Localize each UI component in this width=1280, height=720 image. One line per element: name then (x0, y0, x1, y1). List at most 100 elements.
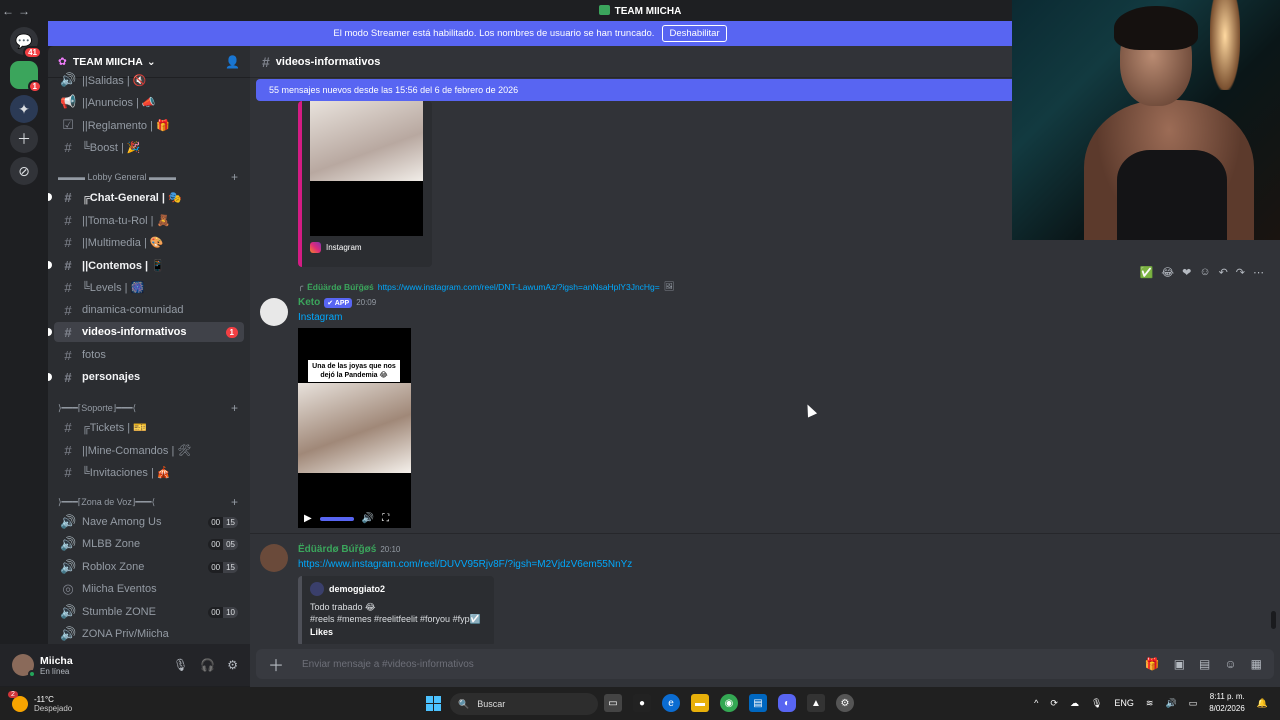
play-icon[interactable]: ▶ (304, 513, 312, 524)
taskbar-search[interactable]: 🔍 Buscar (450, 693, 598, 715)
app-icon[interactable]: ● (633, 694, 651, 712)
avatar[interactable] (12, 654, 36, 678)
channel-videos-informativos[interactable]: # videos-informativos 1 (48, 322, 244, 342)
channel-personajes[interactable]: # personajes (48, 367, 244, 387)
settings-app-icon[interactable]: ⚙ (836, 694, 854, 712)
microphone-icon[interactable]: 🎙 (173, 658, 188, 672)
channel-levels[interactable]: # ╚Levels | 🎆 (54, 277, 244, 297)
edge-icon[interactable]: e (662, 694, 680, 712)
author-name[interactable]: Ëdüärdø Búřğøś (298, 544, 376, 555)
heart-reaction-icon[interactable]: ❤ (1182, 266, 1191, 279)
hash-icon: # (64, 189, 72, 205)
voice-zona-priv[interactable]: 🔊 ZONA Priv/Miicha (54, 624, 244, 644)
rules-icon: ☑ (62, 117, 74, 132)
microphone-tray-icon[interactable]: 🎙 (1091, 698, 1102, 709)
add-reaction-icon[interactable]: ☺ (1199, 266, 1210, 279)
stage-miicha-eventos[interactable]: ◎ Miicha Eventos (54, 579, 244, 599)
task-view-icon[interactable]: ▭ (604, 694, 622, 712)
embed-author: demoggiato2 (310, 582, 486, 596)
epic-games-icon[interactable]: ▲ (807, 694, 825, 712)
cloud-icon[interactable]: ☁ (1070, 698, 1079, 709)
hash-icon: # (64, 324, 72, 340)
reply-reference[interactable]: ╭ Ëdüärdø Búřğøś https://www.instagram.c… (298, 281, 675, 292)
channel-invitaciones[interactable]: # ╚Invitaciones | 🎪 (54, 462, 244, 482)
avatar[interactable] (260, 298, 288, 326)
discord-icon[interactable]: ◐ (778, 694, 796, 712)
notification-bell-icon[interactable]: 🔔 (1257, 698, 1268, 709)
discover-icon[interactable]: ⊘ (10, 157, 38, 185)
emoji-icon[interactable]: ☺ (1224, 657, 1236, 671)
chevron-up-icon[interactable]: ^ (1034, 698, 1038, 708)
wifi-icon[interactable]: ≋ (1146, 698, 1154, 709)
sync-icon[interactable]: ⟳ (1050, 698, 1058, 709)
attach-plus-icon[interactable]: ＋ (268, 652, 284, 676)
volume-tray-icon[interactable]: 🔊 (1165, 698, 1176, 709)
embed-video[interactable] (310, 181, 423, 236)
voice-stumble-zone[interactable]: 🔊 Stumble ZONE 00 10 (54, 602, 244, 622)
add-server-icon[interactable]: ＋ (10, 125, 38, 153)
forward-icon[interactable]: ↷ (1236, 266, 1245, 279)
message-input[interactable]: Enviar mensaje a #videos-informativos (302, 659, 474, 670)
chrome-icon[interactable]: ◉ (720, 694, 738, 712)
user-info[interactable]: Miicha En línea (40, 655, 73, 676)
add-channel-icon[interactable]: + (231, 495, 238, 509)
fullscreen-icon[interactable]: ⛶ (382, 513, 389, 524)
disable-streamer-button[interactable]: Deshabilitar (662, 25, 727, 42)
reply-icon[interactable]: ↶ (1219, 266, 1228, 279)
server-icon-other[interactable]: ✦ (10, 95, 38, 123)
channel-chat-general[interactable]: # ╔Chat-General | 🎭 (48, 187, 244, 207)
file-explorer-icon[interactable]: ▬ (691, 694, 709, 712)
headphones-icon[interactable]: 🎧 (200, 658, 215, 672)
message-divider (250, 533, 1280, 534)
reply-link[interactable]: https://www.instagram.com/reel/DNT-Lawum… (378, 282, 660, 292)
voice-nave-among-us[interactable]: 🔊 Nave Among Us 00 15 (54, 512, 244, 532)
message-link[interactable]: https://www.instagram.com/reel/DUVV95Rjv… (298, 559, 632, 570)
clock[interactable]: 8:11 p. m. 8/02/2026 (1209, 691, 1245, 715)
channel-anuncios[interactable]: 📢 ||Anuncios | 📣 (54, 92, 244, 112)
voice-roblox-zone[interactable]: 🔊 Roblox Zone 00 15 (54, 557, 244, 577)
volume-icon[interactable]: 🔊 (362, 513, 374, 524)
gear-icon[interactable]: ⚙ (227, 658, 238, 672)
channel-multimedia[interactable]: # ||Multimedia | 🎨 (54, 232, 244, 252)
channel-dinamica-comunidad[interactable]: # dinamica-comunidad (54, 300, 244, 320)
server-icon-team-miicha[interactable]: 1 (10, 61, 42, 93)
dm-home-button[interactable]: 💬 41 (10, 27, 42, 59)
new-messages-bar[interactable]: 55 mensajes nuevos desde las 15:56 del 6… (256, 79, 1012, 101)
link-embed[interactable]: demoggiato2 Todo trabado 😂 #reels #memes … (298, 576, 494, 644)
channel-contemos[interactable]: # ||Contemos | 📱 (48, 255, 244, 275)
instagram-embed[interactable]: Instagram (298, 101, 432, 267)
author-name[interactable]: Keto (298, 297, 320, 308)
channel-reglamento[interactable]: ☑ ||Reglamento | 🎁 (54, 115, 244, 135)
add-channel-icon[interactable]: + (231, 401, 238, 415)
battery-icon[interactable]: ▭ (1189, 698, 1198, 709)
avatar[interactable] (260, 544, 288, 572)
add-channel-icon[interactable]: + (231, 170, 238, 184)
sticker-icon[interactable]: ▤ (1199, 657, 1210, 671)
language-indicator[interactable]: ENG (1114, 698, 1134, 708)
check-reaction-icon[interactable]: ✅ (1140, 266, 1154, 279)
weather-widget[interactable]: 2 -11°C Despejado (8, 690, 72, 713)
message-link[interactable]: Instagram (298, 312, 342, 323)
apps-icon[interactable]: ▦ (1251, 657, 1262, 671)
windows-start-icon[interactable] (426, 696, 441, 711)
category-lobby[interactable]: ▬▬▬ Lobby General ▬▬▬ + (58, 169, 244, 185)
channel-mine-comandos[interactable]: # ||Mine-Comandos | 🛠 (54, 440, 244, 460)
channel-tickets[interactable]: # ╔Tickets | 🎫 (54, 417, 244, 437)
channel-fotos[interactable]: # fotos (54, 345, 244, 365)
volume-slider[interactable] (319, 516, 354, 521)
scrollbar[interactable] (1271, 611, 1276, 629)
channel-salidas[interactable]: 🔊 ||Salidas | 🔇 (54, 70, 244, 90)
channel-title: videos-informativos (275, 55, 381, 68)
channel-toma-tu-rol[interactable]: # ||Toma-tu-Rol | 🧸 (54, 210, 244, 230)
category-soporte[interactable]: ⟩━━━⌈Soporte⌋━━━⟨ + (58, 400, 244, 416)
more-icon[interactable]: ⋯ (1253, 266, 1264, 279)
invite-user-icon[interactable]: 👤 (225, 55, 240, 69)
video-player[interactable]: Una de las joyas que nos dejó la Pandemi… (298, 328, 411, 528)
voice-mlbb-zone[interactable]: 🔊 MLBB Zone 00 05 (54, 534, 244, 554)
gift-icon[interactable]: 🎁 (1145, 657, 1160, 671)
gif-icon[interactable]: ▣ (1174, 657, 1185, 671)
laugh-reaction-icon[interactable]: 😂 (1161, 266, 1174, 279)
category-zona-de-voz[interactable]: ⟩━━━⌈Zona de Voz⌋━━━⟨ + (58, 494, 244, 510)
channel-boost[interactable]: # ╚Boost | 🎉 (54, 137, 244, 157)
store-icon[interactable]: ▤ (749, 694, 767, 712)
